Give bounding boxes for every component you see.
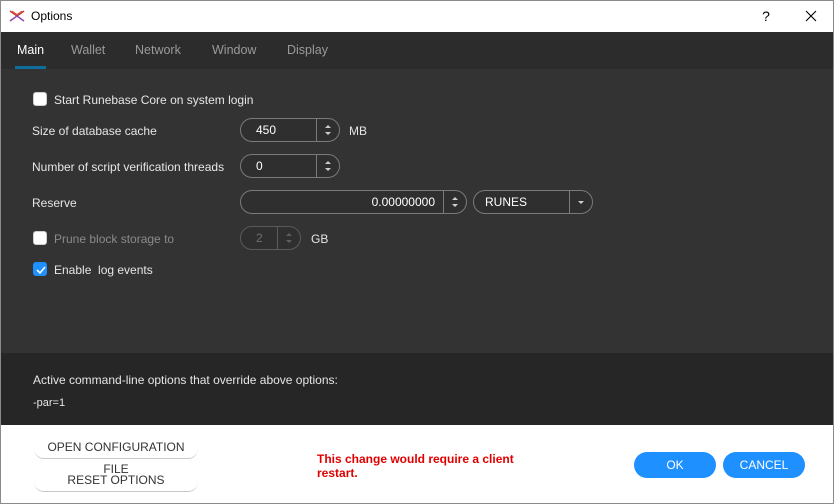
- db-cache-spinbox[interactable]: 450: [240, 118, 340, 142]
- tab-window-label: Window: [212, 43, 257, 57]
- script-threads-value[interactable]: 0: [256, 155, 263, 177]
- close-icon: [805, 10, 817, 22]
- app-logo-icon: [9, 9, 25, 23]
- options-dialog: Options ? Main Wallet Network Window Dis…: [0, 0, 834, 504]
- dialog-footer: OPEN CONFIGURATION FILE RESET OPTIONS Th…: [1, 425, 833, 503]
- tab-network[interactable]: Network: [133, 32, 183, 69]
- tab-display-label: Display: [287, 43, 328, 57]
- tab-main[interactable]: Main: [15, 32, 47, 69]
- db-cache-unit: MB: [349, 124, 367, 138]
- log-events-label[interactable]: Enable log events: [54, 263, 153, 277]
- reserve-label: Reserve: [32, 196, 77, 210]
- open-config-button[interactable]: OPEN CONFIGURATION FILE: [34, 436, 198, 476]
- cmd-options-title: Active command-line options that overrid…: [33, 373, 338, 387]
- cmd-options-value: -par=1: [33, 397, 66, 409]
- spin-arrows-icon[interactable]: [316, 119, 339, 141]
- help-button[interactable]: ?: [751, 5, 781, 27]
- restart-warning-text: This change would require a client resta…: [317, 452, 514, 480]
- tab-window[interactable]: Window: [210, 32, 258, 69]
- log-events-checkbox[interactable]: [33, 262, 47, 276]
- prune-unit: GB: [311, 232, 329, 246]
- tab-wallet[interactable]: Wallet: [69, 32, 107, 69]
- script-threads-spinbox[interactable]: 0: [240, 154, 340, 178]
- reserve-value[interactable]: 0.00000000: [372, 191, 435, 213]
- reserve-amount-field[interactable]: 0.00000000: [240, 190, 467, 214]
- reserve-unit-select[interactable]: RUNES: [473, 190, 593, 214]
- command-line-options-panel: Active command-line options that overrid…: [1, 353, 833, 425]
- checkmark-icon: [36, 266, 46, 275]
- tab-bar: Main Wallet Network Window Display: [1, 32, 833, 69]
- spin-arrows-icon[interactable]: [277, 227, 300, 249]
- db-cache-value[interactable]: 450: [256, 119, 276, 141]
- title-bar: Options ?: [1, 1, 833, 32]
- window-title: Options: [31, 9, 73, 23]
- tab-wallet-label: Wallet: [71, 43, 106, 57]
- tab-display[interactable]: Display: [285, 32, 330, 69]
- spin-arrows-icon[interactable]: [316, 155, 339, 177]
- spin-arrows-icon[interactable]: [443, 191, 466, 213]
- cancel-button[interactable]: CANCEL: [723, 452, 805, 478]
- prune-checkbox[interactable]: [33, 231, 47, 245]
- close-button[interactable]: [794, 5, 828, 27]
- ok-button[interactable]: OK: [634, 452, 716, 478]
- db-cache-label: Size of database cache: [32, 124, 157, 138]
- chevron-down-icon[interactable]: [569, 191, 592, 213]
- main-settings-panel: Start Runebase Core on system login Size…: [1, 69, 833, 353]
- prune-size-spinbox[interactable]: 2: [240, 226, 301, 250]
- tab-network-label: Network: [135, 43, 181, 57]
- prune-label[interactable]: Prune block storage to: [54, 232, 174, 246]
- reset-options-button[interactable]: RESET OPTIONS: [34, 469, 198, 492]
- start-on-login-checkbox[interactable]: [33, 92, 47, 106]
- prune-size-value[interactable]: 2: [256, 227, 263, 249]
- reserve-unit-value: RUNES: [485, 195, 528, 209]
- start-on-login-label[interactable]: Start Runebase Core on system login: [54, 93, 253, 107]
- script-threads-label: Number of script verification threads: [32, 160, 225, 174]
- tab-main-label: Main: [17, 43, 45, 57]
